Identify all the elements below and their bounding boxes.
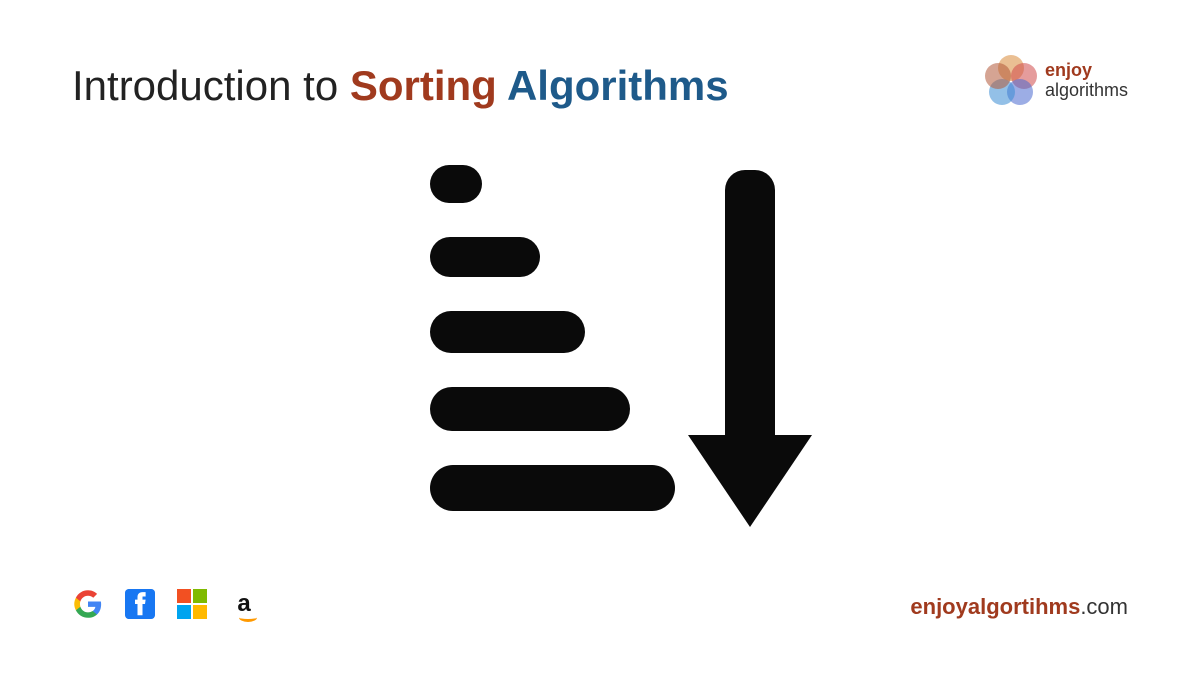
facebook-icon bbox=[124, 588, 156, 620]
title-highlight-1: Sorting bbox=[350, 62, 497, 109]
logo-flower-icon bbox=[985, 55, 1037, 107]
microsoft-icon bbox=[176, 588, 208, 620]
website-url: enjoyalgortihms.com bbox=[910, 594, 1128, 620]
logo-line-1: enjoy bbox=[1045, 61, 1128, 81]
website-brand: enjoyalgortihms bbox=[910, 594, 1080, 619]
company-icons-row: a bbox=[72, 588, 260, 620]
brand-logo: enjoy algorithms bbox=[985, 55, 1128, 107]
page-title: Introduction to Sorting Algorithms bbox=[72, 62, 729, 110]
title-highlight-2: Algorithms bbox=[497, 62, 729, 109]
sort-descending-icon bbox=[370, 155, 830, 545]
website-suffix: .com bbox=[1080, 594, 1128, 619]
amazon-icon: a bbox=[228, 588, 260, 620]
google-icon bbox=[72, 588, 104, 620]
title-prefix: Introduction to bbox=[72, 62, 350, 109]
logo-text: enjoy algorithms bbox=[1045, 61, 1128, 101]
logo-line-2: algorithms bbox=[1045, 81, 1128, 101]
